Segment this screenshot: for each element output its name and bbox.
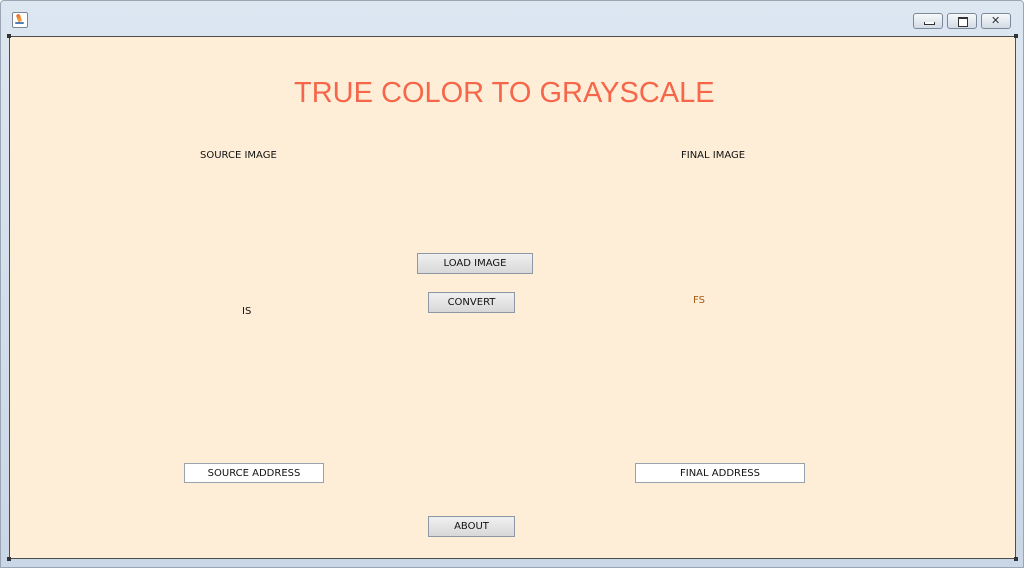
- close-icon: ✕: [991, 14, 1001, 27]
- java-cup-icon[interactable]: [12, 12, 28, 28]
- close-button[interactable]: ✕: [981, 13, 1011, 29]
- load-image-button[interactable]: LOAD IMAGE: [417, 253, 533, 274]
- minimize-button[interactable]: [913, 13, 943, 29]
- final-image-display: FS: [693, 295, 705, 306]
- about-button[interactable]: ABOUT: [428, 516, 515, 537]
- final-address-field[interactable]: FINAL ADDRESS: [635, 463, 805, 483]
- resize-handle-bottom-left[interactable]: [7, 557, 11, 561]
- main-panel: TRUE COLOR TO GRAYSCALE SOURCE IMAGE FIN…: [9, 36, 1016, 559]
- resize-handle-bottom-right[interactable]: [1014, 557, 1018, 561]
- resize-handle-top-left[interactable]: [7, 34, 11, 38]
- minimize-icon: [924, 22, 935, 25]
- source-image-label: SOURCE IMAGE: [200, 150, 277, 161]
- final-image-label: FINAL IMAGE: [681, 150, 746, 161]
- source-image-display: IS: [242, 306, 252, 317]
- resize-handle-top-right[interactable]: [1014, 34, 1018, 38]
- app-window: ✕ TRUE COLOR TO GRAYSCALE SOURCE IMAGE F…: [0, 0, 1024, 568]
- maximize-icon: [958, 17, 968, 27]
- maximize-button[interactable]: [947, 13, 977, 29]
- page-title: TRUE COLOR TO GRAYSCALE: [294, 77, 715, 109]
- convert-button[interactable]: CONVERT: [428, 292, 515, 313]
- title-bar[interactable]: ✕: [1, 1, 1023, 33]
- source-address-field[interactable]: SOURCE ADDRESS: [184, 463, 324, 483]
